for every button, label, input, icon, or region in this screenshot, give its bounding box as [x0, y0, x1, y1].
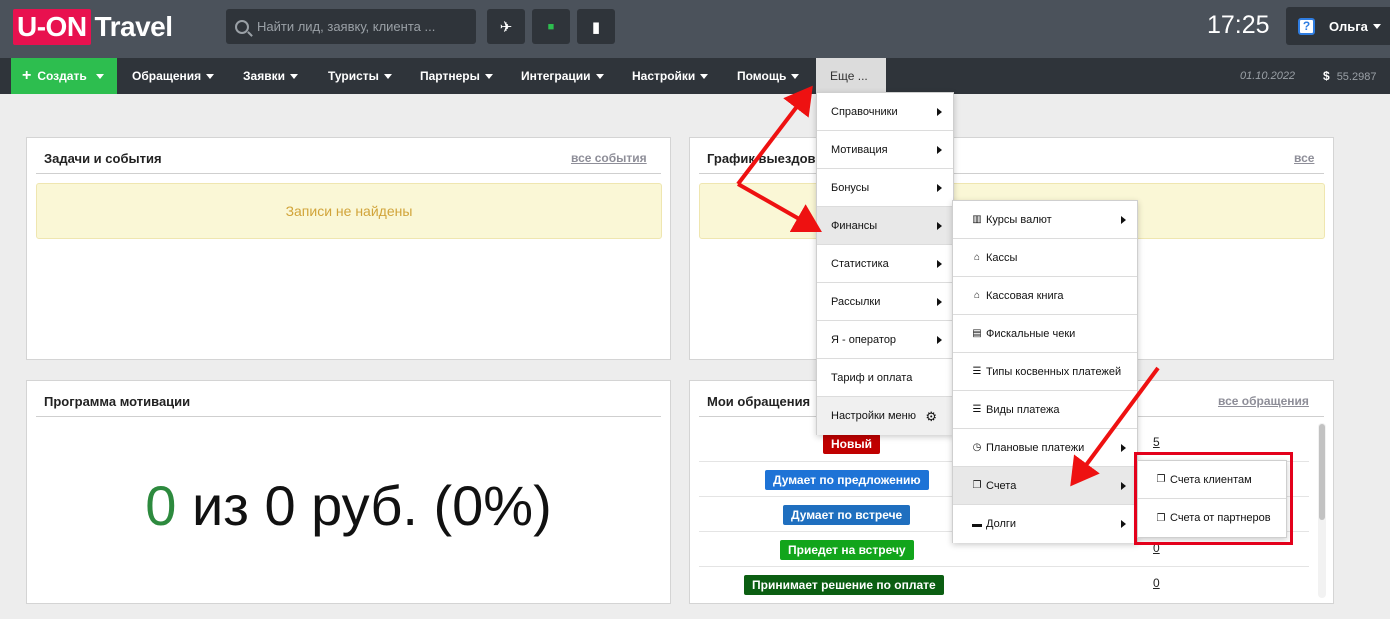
arrow-to-more: [736, 85, 813, 186]
arrow-to-invoices: [1070, 366, 1160, 487]
arrow-to-finance: [737, 182, 822, 232]
annotation-arrows: [736, 85, 1160, 487]
